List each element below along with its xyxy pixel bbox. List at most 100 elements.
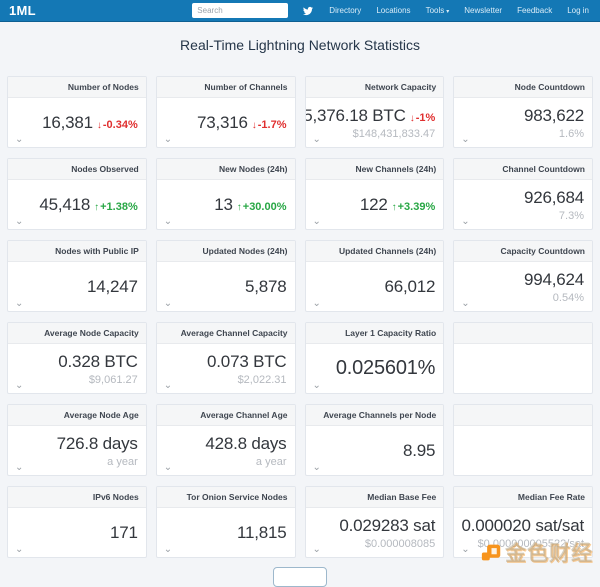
stat-card-title: Number of Channels — [204, 82, 287, 92]
chevron-down-icon: ▾ — [446, 9, 449, 15]
stat-card: Median Fee Rate 0.000020 sat/sat $0.0000… — [453, 486, 593, 558]
stat-secondary-value: $0.000008085 — [365, 538, 435, 550]
stat-value: 45,418 — [39, 195, 90, 215]
change-percent: +3.39% — [398, 201, 436, 213]
stat-value: 994,624 — [524, 270, 584, 290]
stat-card-header: Median Fee Rate — [454, 487, 592, 508]
expand-chevron-icon[interactable]: ⌄ — [15, 463, 23, 473]
change-arrow-icon: ↓ — [97, 120, 102, 131]
nav-item-locations[interactable]: Locations — [376, 6, 410, 15]
expand-chevron-icon[interactable]: ⌄ — [461, 299, 469, 309]
expand-chevron-icon[interactable]: ⌄ — [313, 545, 321, 555]
stat-value: 0.029283 sat — [339, 516, 435, 536]
stat-value: 122 — [360, 195, 388, 215]
expand-chevron-icon[interactable]: ⌄ — [164, 135, 172, 145]
expand-chevron-icon[interactable]: ⌄ — [15, 545, 23, 555]
expand-chevron-icon[interactable]: ⌄ — [15, 381, 23, 391]
stat-card-header: Number of Channels — [157, 77, 295, 98]
stat-card-body — [454, 344, 592, 393]
expand-chevron-icon[interactable]: ⌄ — [15, 299, 23, 309]
stat-value-line: 13 ↑+30.00% — [214, 195, 286, 215]
stat-value: 13 — [214, 195, 233, 215]
expand-chevron-icon[interactable]: ⌄ — [15, 135, 23, 145]
stat-card-title: Layer 1 Capacity Ratio — [345, 328, 436, 338]
expand-chevron-icon[interactable]: ⌄ — [313, 463, 321, 473]
nav-item-feedback[interactable]: Feedback — [517, 6, 552, 15]
nav-item-tools[interactable]: Tools▾ — [426, 6, 450, 15]
stat-card-body: 726.8 days a year ⌄ — [8, 426, 146, 475]
stat-value-line: 0.000020 sat/sat — [461, 516, 584, 536]
stat-value: 983,622 — [524, 106, 584, 126]
stat-change: ↓-0.34% — [97, 119, 138, 131]
expand-chevron-icon[interactable]: ⌄ — [461, 135, 469, 145]
stat-card-header: Capacity Countdown — [454, 241, 592, 262]
stat-card: New Nodes (24h) 13 ↑+30.00% ⌄ — [156, 158, 296, 230]
stat-card-body: 0.029283 sat $0.000008085 ⌄ — [306, 508, 444, 557]
change-percent: -0.34% — [103, 119, 138, 131]
stat-card-body: 122 ↑+3.39% ⌄ — [306, 180, 444, 229]
expand-chevron-icon[interactable]: ⌄ — [313, 135, 321, 145]
stat-change: ↑+30.00% — [237, 201, 287, 213]
expand-chevron-icon[interactable]: ⌄ — [313, 299, 321, 309]
nav-item-login[interactable]: Log in — [567, 6, 589, 15]
stat-value-line: 983,622 — [524, 106, 584, 126]
expand-chevron-icon[interactable]: ⌄ — [15, 217, 23, 227]
stat-card-body: 5,878 ⌄ — [157, 262, 295, 311]
stat-card-body: 0.073 BTC $2,022.31 ⌄ — [157, 344, 295, 393]
logo-1ml[interactable]: 1ML — [9, 3, 36, 18]
more-button-partial[interactable] — [273, 567, 327, 587]
expand-chevron-icon[interactable]: ⌄ — [164, 217, 172, 227]
stat-card: Node Countdown 983,622 1.6% ⌄ — [453, 76, 593, 148]
expand-chevron-icon[interactable]: ⌄ — [164, 381, 172, 391]
search-input[interactable] — [192, 3, 288, 18]
expand-chevron-icon[interactable]: ⌄ — [164, 545, 172, 555]
stat-value: 171 — [110, 523, 138, 543]
stat-secondary-value: $0.000000005522/sat — [478, 538, 584, 550]
stat-card: Updated Channels (24h) 66,012 ⌄ — [305, 240, 445, 312]
stat-value-line: 428.8 days — [205, 434, 286, 454]
stat-card: Average Channel Capacity 0.073 BTC $2,02… — [156, 322, 296, 394]
stat-card-header: Channel Countdown — [454, 159, 592, 180]
stat-card-header: Updated Channels (24h) — [306, 241, 444, 262]
stat-value-line: 171 — [110, 523, 138, 543]
expand-chevron-icon[interactable]: ⌄ — [461, 545, 469, 555]
stat-value-line: 14,247 — [87, 277, 138, 297]
nav-item-newsletter[interactable]: Newsletter — [464, 6, 502, 15]
stat-card: Number of Channels 73,316 ↓-1.7% ⌄ — [156, 76, 296, 148]
stat-secondary-value: $2,022.31 — [238, 374, 287, 386]
stat-card-body: 14,247 ⌄ — [8, 262, 146, 311]
stat-card-header: Tor Onion Service Nodes — [157, 487, 295, 508]
stat-card: Capacity Countdown 994,624 0.54% ⌄ — [453, 240, 593, 312]
stat-card-title: Updated Channels (24h) — [339, 246, 436, 256]
expand-chevron-icon[interactable]: ⌄ — [164, 463, 172, 473]
stat-card-header: Layer 1 Capacity Ratio — [306, 323, 444, 344]
stat-card-title: Node Countdown — [515, 82, 585, 92]
stat-card-header — [454, 405, 592, 426]
stat-card-title: Number of Nodes — [68, 82, 139, 92]
expand-chevron-icon[interactable]: ⌄ — [461, 217, 469, 227]
stat-card-body: 5,376.18 BTC ↓-1% $148,431,833.47 ⌄ — [306, 98, 444, 147]
stat-value: 0.000020 sat/sat — [461, 516, 584, 536]
stat-card-title: Average Node Age — [64, 410, 139, 420]
change-arrow-icon: ↑ — [392, 202, 397, 213]
stat-card-body: 994,624 0.54% ⌄ — [454, 262, 592, 311]
stat-card-header — [454, 323, 592, 344]
stat-value-line: 0.073 BTC — [207, 352, 286, 372]
stat-card: Median Base Fee 0.029283 sat $0.00000808… — [305, 486, 445, 558]
nav-item-directory[interactable]: Directory — [329, 6, 361, 15]
change-arrow-icon: ↓ — [410, 113, 415, 124]
stat-value-line: 11,815 — [237, 523, 287, 543]
stat-card-title: IPv6 Nodes — [93, 492, 139, 502]
expand-chevron-icon[interactable]: ⌄ — [164, 299, 172, 309]
stat-card-header: Average Channels per Node — [306, 405, 444, 426]
stat-card-header: Updated Nodes (24h) — [157, 241, 295, 262]
change-percent: -1% — [416, 112, 436, 124]
stat-card-body — [454, 426, 592, 475]
stat-card-body: 13 ↑+30.00% ⌄ — [157, 180, 295, 229]
twitter-icon[interactable] — [303, 6, 313, 16]
stat-value: 8.95 — [403, 441, 435, 461]
expand-chevron-icon[interactable]: ⌄ — [313, 381, 321, 391]
stat-card: New Channels (24h) 122 ↑+3.39% ⌄ — [305, 158, 445, 230]
expand-chevron-icon[interactable]: ⌄ — [313, 217, 321, 227]
stat-card-header: Average Channel Age — [157, 405, 295, 426]
